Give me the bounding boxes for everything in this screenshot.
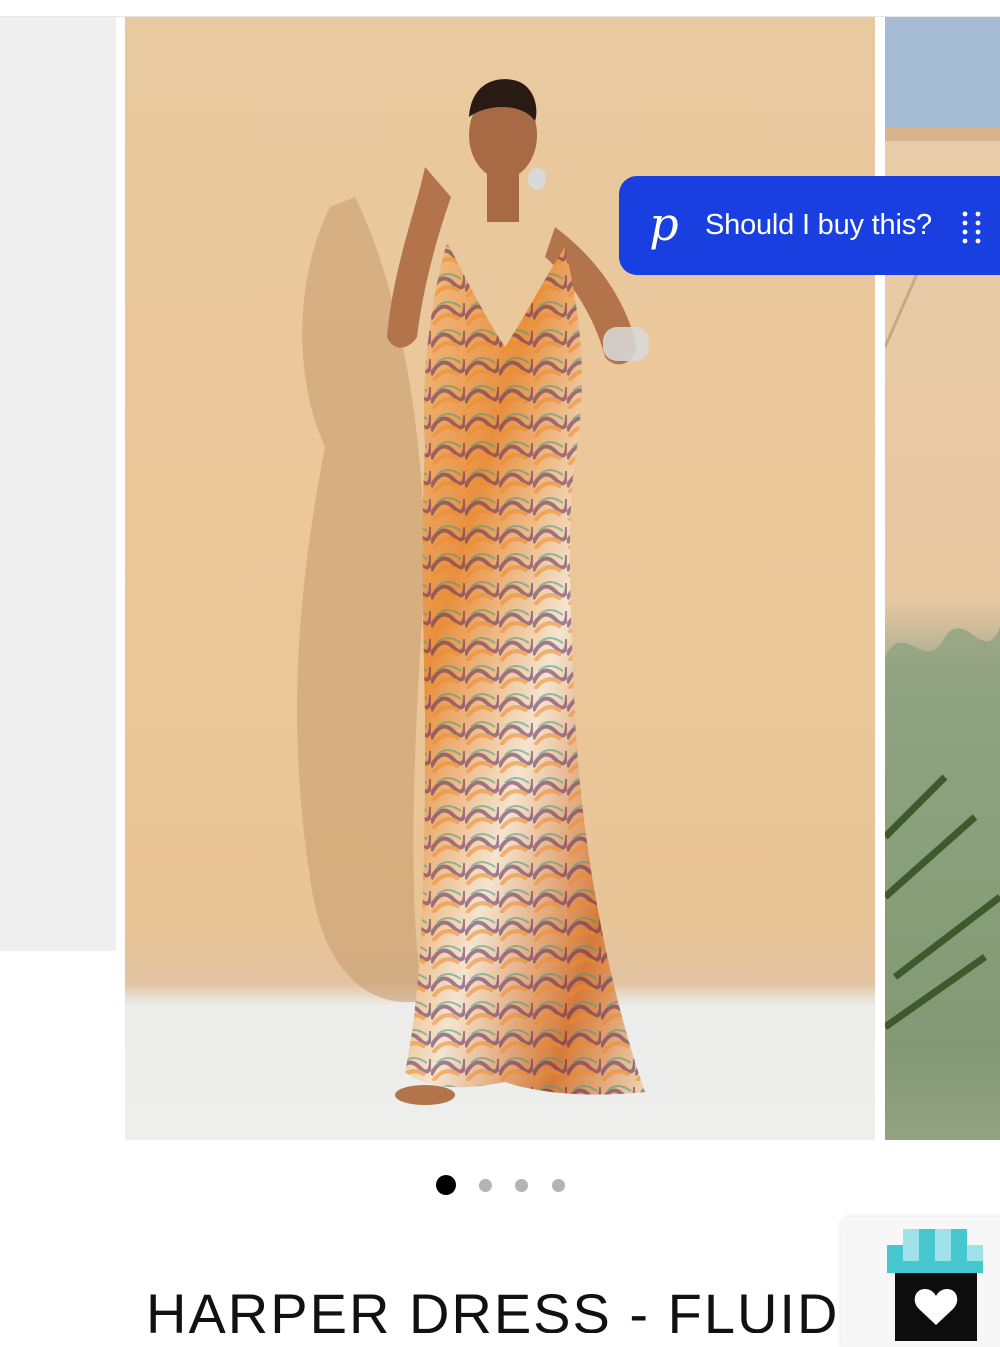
carousel-dot-3[interactable] bbox=[515, 1179, 528, 1192]
shopping-assistant-chip[interactable]: p Should I buy this? bbox=[619, 176, 1000, 275]
previous-slide-peek[interactable] bbox=[0, 17, 116, 951]
assistant-prompt: Should I buy this? bbox=[705, 209, 932, 241]
drag-handle-icon[interactable] bbox=[961, 210, 983, 244]
carousel-pagination bbox=[0, 1175, 1000, 1195]
product-title: HARPER DRESS - FLUID bbox=[146, 1282, 840, 1333]
carousel-dot-4[interactable] bbox=[552, 1179, 565, 1192]
assistant-logo: p bbox=[649, 196, 679, 251]
wishlist-widget[interactable] bbox=[841, 1217, 1000, 1347]
wishlist-badge bbox=[887, 1229, 983, 1341]
carousel-dot-2[interactable] bbox=[479, 1179, 492, 1192]
carousel-dot-1[interactable] bbox=[436, 1175, 456, 1195]
